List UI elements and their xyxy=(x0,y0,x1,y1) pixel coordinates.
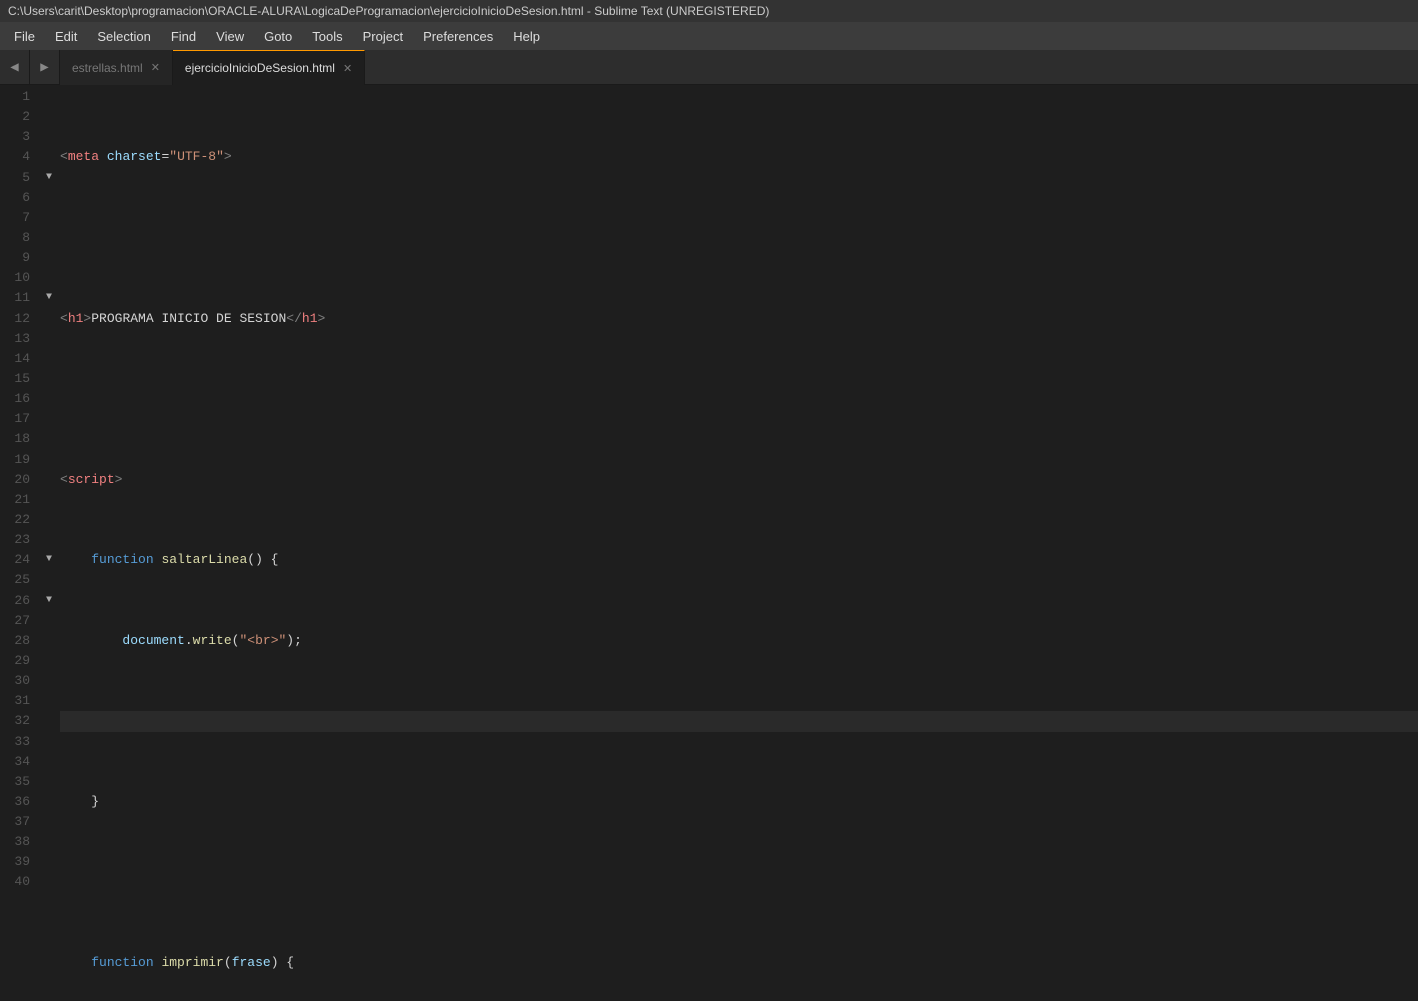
menu-bar: File Edit Selection Find View Goto Tools… xyxy=(0,22,1418,50)
menu-find[interactable]: Find xyxy=(161,25,206,48)
code-line-3: <h1>PROGRAMA INICIO DE SESION</h1> xyxy=(60,309,1418,329)
menu-selection[interactable]: Selection xyxy=(87,25,160,48)
tab-estrellas-label: estrellas.html xyxy=(72,61,143,75)
tab-ejercicio-label: ejercicioInicioDeSesion.html xyxy=(185,61,335,75)
tab-nav-next[interactable]: ▶ xyxy=(30,50,60,84)
code-line-2 xyxy=(60,228,1418,248)
code-line-4 xyxy=(60,389,1418,409)
code-line-8 xyxy=(60,711,1418,731)
tab-bar: ◀ ▶ estrellas.html ✕ ejercicioInicioDeSe… xyxy=(0,50,1418,85)
title-text: C:\Users\carit\Desktop\programacion\ORAC… xyxy=(8,4,769,18)
menu-tools[interactable]: Tools xyxy=(302,25,352,48)
title-bar: C:\Users\carit\Desktop\programacion\ORAC… xyxy=(0,0,1418,22)
menu-file[interactable]: File xyxy=(4,25,45,48)
tab-ejercicio[interactable]: ejercicioInicioDeSesion.html ✕ xyxy=(173,50,365,85)
menu-help[interactable]: Help xyxy=(503,25,550,48)
code-content[interactable]: <meta charset="UTF-8"> <h1>PROGRAMA INIC… xyxy=(56,85,1418,1001)
code-line-6: function saltarLinea() { xyxy=(60,550,1418,570)
code-line-7: document.write("<br>"); xyxy=(60,631,1418,651)
code-line-11: function imprimir(frase) { xyxy=(60,953,1418,973)
menu-edit[interactable]: Edit xyxy=(45,25,87,48)
fold-arrows: ▼ ▼ ▼ ▼ xyxy=(42,85,56,1001)
line-numbers: 12345 678910 1112131415 1617181920 21222… xyxy=(0,85,42,1001)
editor: 12345 678910 1112131415 1617181920 21222… xyxy=(0,85,1418,1001)
tab-estrellas-close[interactable]: ✕ xyxy=(151,61,160,74)
tab-ejercicio-close[interactable]: ✕ xyxy=(343,62,352,75)
code-line-1: <meta charset="UTF-8"> xyxy=(60,147,1418,167)
menu-view[interactable]: View xyxy=(206,25,254,48)
code-line-10 xyxy=(60,872,1418,892)
menu-project[interactable]: Project xyxy=(353,25,413,48)
menu-goto[interactable]: Goto xyxy=(254,25,302,48)
tab-nav-prev[interactable]: ◀ xyxy=(0,50,30,84)
code-line-5: <script> xyxy=(60,470,1418,490)
tab-estrellas[interactable]: estrellas.html ✕ xyxy=(60,50,173,85)
menu-preferences[interactable]: Preferences xyxy=(413,25,503,48)
code-line-9: } xyxy=(60,792,1418,812)
